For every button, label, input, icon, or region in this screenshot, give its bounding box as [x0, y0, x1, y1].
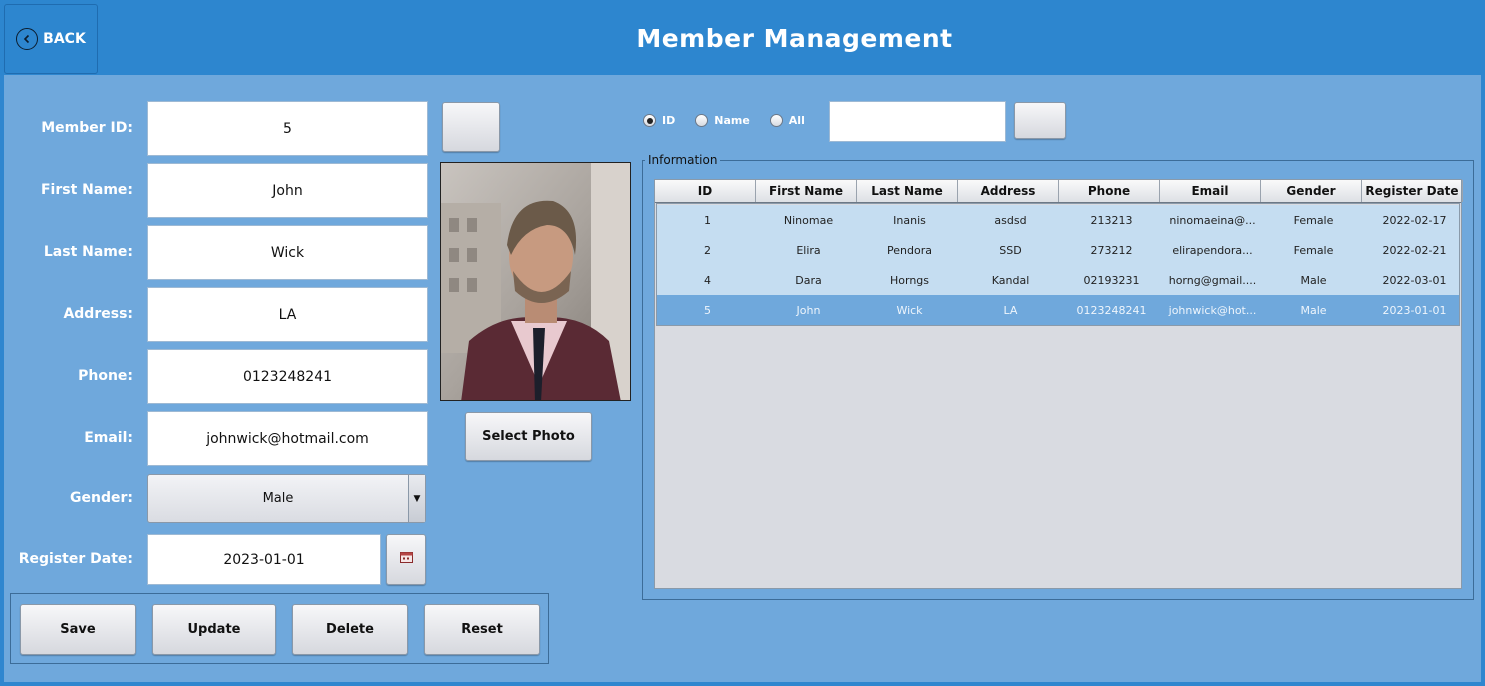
radio-name-dot	[695, 114, 709, 127]
phone-field[interactable]: 0123248241	[147, 349, 428, 404]
table-row[interactable]: 4 Dara Horngs Kandal 02193231 horng@gmail....…	[657, 265, 1459, 295]
table-cell: 2023-01-01	[1382, 303, 1447, 317]
table-cell: 02193231	[1083, 273, 1140, 287]
calendar-button[interactable]	[386, 534, 426, 585]
calendar-icon	[399, 552, 413, 567]
table-cell: Male	[1300, 303, 1327, 317]
information-legend: Information	[645, 153, 721, 167]
radio-id[interactable]: ID	[643, 114, 675, 127]
member-id-field[interactable]: 5	[147, 101, 428, 156]
table-cell: Inanis	[893, 213, 926, 227]
table-cell: Wick	[896, 303, 923, 317]
column-header[interactable]: Email	[1160, 180, 1261, 202]
table-cell: Pendora	[887, 243, 932, 257]
radio-id-dot	[643, 114, 656, 127]
table-cell: ninomaeina@...	[1169, 213, 1256, 227]
table-row[interactable]: 5 John Wick LA 0123248241 johnwick@hot... Male…	[657, 295, 1459, 325]
column-header[interactable]: Gender	[1261, 180, 1362, 202]
table-cell: 0123248241	[1076, 303, 1147, 317]
page-title: Member Management	[636, 24, 953, 53]
last-name-field[interactable]: Wick	[147, 225, 428, 280]
table-cell: 213213	[1090, 213, 1133, 227]
search-button[interactable]	[1014, 102, 1066, 139]
table-cell: Elira	[796, 243, 821, 257]
table-cell: asdsd	[994, 213, 1027, 227]
phone-label: Phone:	[78, 368, 133, 384]
radio-name-label: Name	[714, 114, 750, 127]
table-cell: SSD	[999, 243, 1022, 257]
search-input[interactable]	[829, 101, 1006, 142]
table-cell: 273212	[1090, 243, 1133, 257]
table-cell: Kandal	[991, 273, 1030, 287]
table-cell: Female	[1293, 243, 1334, 257]
radio-all[interactable]: All	[769, 114, 805, 127]
column-header[interactable]: Phone	[1059, 180, 1160, 202]
email-field[interactable]: johnwick@hotmail.com	[147, 411, 428, 466]
delete-button[interactable]: Delete	[292, 604, 408, 655]
register-date-field[interactable]: 2023-01-01	[147, 534, 381, 585]
table-cell: Female	[1293, 213, 1334, 227]
table-cell: John	[796, 303, 821, 317]
gender-select-value: Male	[262, 491, 294, 506]
column-header[interactable]: Address	[958, 180, 1059, 202]
table-cell: horng@gmail....	[1168, 273, 1257, 287]
table-cell: 2022-02-17	[1382, 213, 1447, 227]
chevron-down-icon[interactable]: ▼	[408, 475, 425, 522]
search-options: ID Name All	[643, 114, 825, 127]
radio-all-label: All	[788, 114, 805, 127]
radio-name[interactable]: Name	[695, 114, 750, 127]
column-header[interactable]: ID	[655, 180, 756, 202]
table-cell: 5	[704, 303, 711, 317]
table-row[interactable]: 1 Ninomae Inanis asdsd 213213 ninomaeina@... F…	[657, 205, 1459, 235]
table-cell: Male	[1300, 273, 1327, 287]
column-header[interactable]: First Name	[756, 180, 857, 202]
radio-all-dot	[769, 114, 783, 127]
table-cell: johnwick@hot...	[1168, 303, 1257, 317]
radio-id-label: ID	[662, 114, 676, 127]
table-cell: 1	[704, 213, 711, 227]
table-cell: 4	[704, 273, 711, 287]
table-cell: elirapendora...	[1172, 243, 1253, 257]
address-field[interactable]: LA	[147, 287, 428, 342]
table-cell: 2	[704, 243, 711, 257]
table-body: 1 Ninomae Inanis asdsd 213213 ninomaeina@... F…	[657, 205, 1459, 325]
member-id-label: Member ID:	[41, 120, 133, 136]
reset-button[interactable]: Reset	[424, 604, 540, 655]
save-button[interactable]: Save	[20, 604, 136, 655]
first-name-label: First Name:	[40, 182, 133, 198]
gender-select[interactable]: Male ▼	[147, 474, 426, 523]
last-name-label: Last Name:	[43, 244, 133, 260]
address-label: Address:	[63, 306, 133, 322]
column-header[interactable]: Register Date	[1362, 180, 1463, 202]
members-table: ID First Name Last Name Address Phone Email Ge…	[654, 179, 1463, 589]
table-row[interactable]: 2 Elira Pendora SSD 273212 elirapendora... Fem…	[657, 235, 1459, 265]
member-id-lookup-button[interactable]	[442, 102, 500, 152]
first-name-field[interactable]: John	[147, 163, 428, 218]
column-header[interactable]: Last Name	[857, 180, 958, 202]
gender-label: Gender:	[70, 490, 133, 506]
table-header: ID First Name Last Name Address Phone Email Ge…	[655, 180, 1463, 203]
title-bar: BACK Member Management	[0, 0, 1485, 75]
email-label: Email:	[84, 430, 133, 446]
member-photo	[440, 162, 631, 401]
update-button[interactable]: Update	[152, 604, 276, 655]
register-date-label: Register Date:	[18, 551, 133, 567]
select-photo-button[interactable]: Select Photo	[465, 412, 592, 461]
table-cell: LA	[1003, 303, 1018, 317]
table-cell: Dara	[795, 273, 822, 287]
table-cell: 2022-03-01	[1382, 273, 1447, 287]
table-cell: Ninomae	[783, 213, 834, 227]
table-cell: 2022-02-21	[1382, 243, 1447, 257]
table-cell: Horngs	[889, 273, 929, 287]
